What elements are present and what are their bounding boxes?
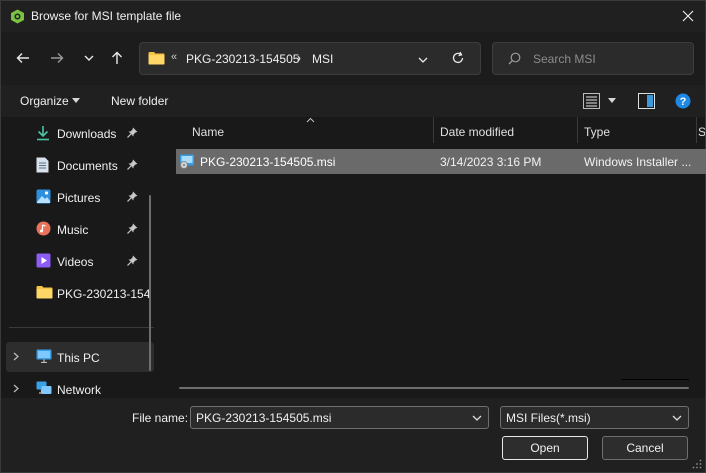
file-name-value: PKG-230213-154505.msi [196,411,332,425]
computer-icon [36,349,52,363]
download-icon [37,126,49,141]
column-header-label: S [698,125,705,139]
breadcrumb-msi[interactable]: MSI [312,52,333,66]
chevron-down-icon[interactable] [672,415,682,421]
close-icon [682,10,694,22]
chevron-down-icon [84,55,94,61]
column-header-name[interactable]: Name [177,117,433,145]
address-bar[interactable]: « PKG-230213-154505 › MSI [139,42,481,75]
search-icon [508,52,521,65]
breadcrumb-separator[interactable]: › [297,51,301,65]
file-date-cell: 3/14/2023 3:16 PM [440,155,542,169]
svg-text:?: ? [680,96,687,108]
column-header-label: Name [192,125,225,139]
refresh-icon[interactable] [451,51,465,65]
resize-grip-icon[interactable] [692,459,702,469]
pin-icon [127,127,138,138]
sidebar-item-label: Videos [57,255,94,269]
column-header-type[interactable]: Type [578,117,696,145]
dialog-footer: File name: PKG-230213-154505.msi MSI Fil… [1,398,705,472]
sidebar-item-label: PKG-230213-154 [57,287,151,301]
pin-icon [127,223,138,234]
folder-icon [148,52,165,65]
file-name-field[interactable]: PKG-230213-154505.msi [190,406,489,429]
back-button[interactable] [10,45,36,71]
breadcrumb-package[interactable]: PKG-230213-154505 [186,52,299,66]
sidebar-item-this-pc[interactable]: This PC [6,342,154,372]
sidebar-item-videos[interactable]: Videos [1,246,156,276]
arrow-left-icon [16,53,29,63]
column-header-date-modified[interactable]: Date modified [434,117,577,145]
caret-down-icon[interactable] [608,98,616,103]
file-list: Name Date modified Type S PKG-230213-154… [161,117,706,398]
search-input[interactable]: Search MSI [533,52,596,66]
videos-icon [36,253,51,268]
sidebar-item-label: Documents [57,159,118,173]
pin-icon [127,159,138,170]
sidebar-item-pictures[interactable]: Pictures [1,182,156,212]
open-button[interactable]: Open [502,436,588,460]
preview-pane-icon[interactable] [638,93,655,109]
cancel-button[interactable]: Cancel [602,436,688,460]
help-icon[interactable]: ? [675,93,691,109]
chevron-right-icon[interactable] [13,352,19,361]
navigation-bar: « PKG-230213-154505 › MSI Search MSI [1,32,705,85]
horizontal-scrollbar[interactable] [179,387,689,389]
network-icon [36,381,52,394]
msi-file-icon [180,154,194,169]
address-dropdown-icon[interactable] [418,57,428,63]
arrow-right-icon [51,53,64,63]
recent-locations-button[interactable] [76,45,102,71]
music-icon [36,221,51,236]
command-bar: Organize New folder ? [1,85,705,117]
sidebar-divider [9,327,154,328]
sidebar-item-label: This PC [57,351,100,365]
pin-icon [127,191,138,202]
title-bar: Browse for MSI template file [1,1,705,32]
table-row[interactable]: PKG-230213-154505.msi 3/14/2023 3:16 PM … [176,149,706,174]
file-type-filter-value: MSI Files(*.msi) [506,411,591,425]
sidebar-scrollbar[interactable] [149,195,151,371]
caret-down-icon[interactable] [72,98,80,103]
new-folder-button[interactable]: New folder [111,94,168,108]
forward-button[interactable] [44,45,70,71]
sidebar-item-label: Network [57,383,102,397]
file-name-label: File name: [132,411,189,425]
file-type-filter[interactable]: MSI Files(*.msi) [500,406,689,429]
arrow-up-icon [112,51,122,64]
file-name-cell: PKG-230213-154505.msi [200,155,336,169]
app-icon [11,9,24,24]
address-overflow[interactable]: « [171,51,177,63]
column-header-size[interactable]: S [697,117,705,145]
sidebar-item-downloads[interactable]: Downloads [1,118,156,148]
window-title: Browse for MSI template file [31,9,182,23]
view-details-icon[interactable] [583,93,600,109]
scrollbar-track-edge [621,379,689,380]
sidebar-item-label: Music [57,223,89,237]
close-button[interactable] [673,2,703,30]
sidebar-item-label: Pictures [57,191,101,205]
file-type-cell: Windows Installer ... [584,155,692,169]
navigation-pane: Downloads Documents Pictures Music Video… [1,117,161,398]
document-icon [36,157,49,173]
up-button[interactable] [104,45,130,71]
column-header-label: Date modified [440,125,515,139]
search-box[interactable]: Search MSI [492,42,694,75]
pin-icon [127,255,138,266]
sidebar-item-documents[interactable]: Documents [1,150,156,180]
file-dialog-window: Browse for MSI template file « PKG-23021… [0,0,706,473]
column-header-label: Type [584,125,611,139]
chevron-down-icon[interactable] [472,415,482,421]
organize-button[interactable]: Organize [20,94,69,108]
folder-icon [36,286,53,299]
sidebar-item-package-folder[interactable]: PKG-230213-154 [1,278,156,308]
chevron-right-icon[interactable] [13,384,19,393]
pictures-icon [36,189,51,204]
sidebar-item-label: Downloads [57,127,117,141]
sidebar-item-music[interactable]: Music [1,214,156,244]
